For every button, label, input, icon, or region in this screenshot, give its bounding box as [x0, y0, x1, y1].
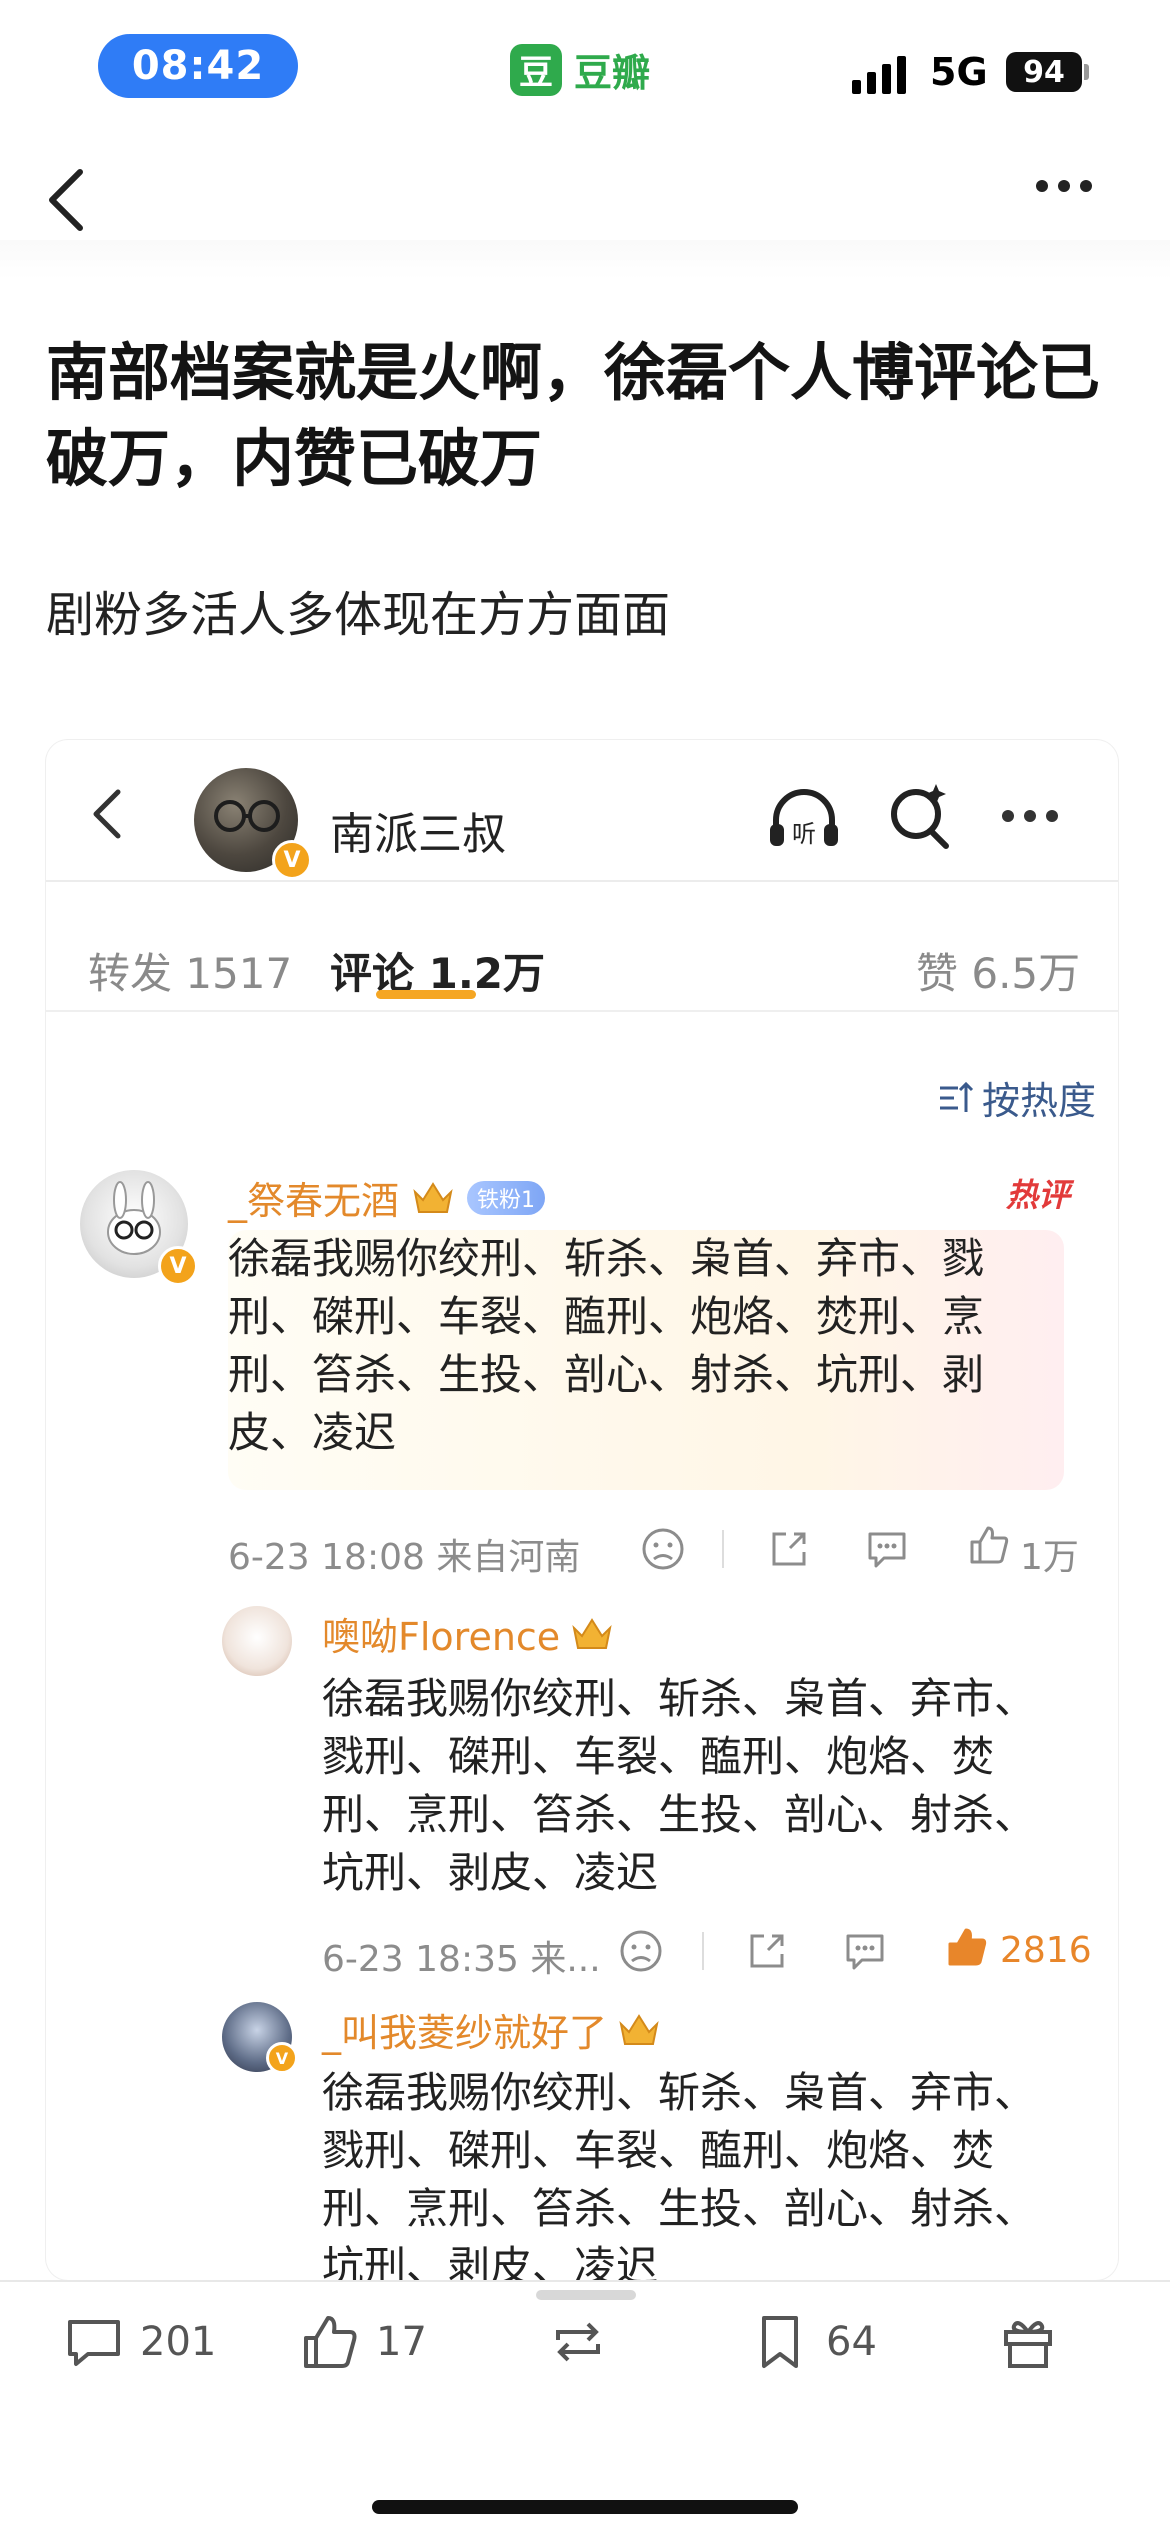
network-type: 5G	[930, 50, 988, 94]
like-button[interactable]: 17	[298, 2310, 427, 2374]
sort-icon	[940, 1081, 974, 1112]
post-body: 剧粉多活人多体现在方方面面	[46, 587, 671, 643]
douban-logo-icon: 豆	[510, 43, 562, 96]
comment-meta: 6-23 18:08 来自河南	[228, 1537, 581, 1578]
comment-line: 刑、烹刑、笞杀、生投、剖心、射杀、	[322, 1790, 1037, 1839]
divider	[722, 1530, 724, 1568]
verified-icon: V	[272, 840, 312, 880]
like-count: 17	[376, 2319, 427, 2365]
comment-icon	[868, 1532, 906, 1568]
status-time: 08:42	[98, 34, 298, 98]
signal-icon	[852, 56, 906, 94]
comment-line: 坑刑、剥皮、凌迟	[322, 1848, 659, 1897]
drag-handle	[536, 2290, 636, 2300]
account-name: 南派三叔	[330, 809, 506, 860]
save-button[interactable]: 64	[748, 2310, 877, 2374]
repost-button[interactable]	[546, 2310, 610, 2374]
comment-button[interactable]: 201	[62, 2310, 216, 2374]
share-icon	[750, 1934, 784, 1968]
comment-line: 皮、凌迟	[228, 1408, 397, 1457]
embedded-tabs: 转发 1517 评论 1.2万 赞 6.5万	[46, 880, 1118, 1012]
commenter-name: _祭春无酒	[228, 1179, 400, 1223]
more-icon	[1002, 810, 1058, 822]
comment-meta: 6-23 18:35 来...	[322, 1939, 601, 1980]
dislike-face-icon	[642, 1528, 684, 1570]
listen-label: 听	[792, 820, 816, 848]
comment-line: 刑、磔刑、车裂、醢刑、炮烙、焚刑、烹	[228, 1292, 985, 1341]
home-indicator[interactable]	[372, 2500, 798, 2514]
battery-tip	[1084, 64, 1089, 80]
active-tab-indicator	[376, 990, 476, 999]
bookmark-icon	[762, 2316, 798, 2368]
sort-label: 按热度	[982, 1079, 1097, 1123]
like-count: 2816	[1000, 1930, 1092, 1971]
like-count: 1万	[1020, 1537, 1079, 1578]
divider	[702, 1932, 704, 1970]
more-icon[interactable]	[1036, 180, 1092, 192]
comment-line: 戮刑、磔刑、车裂、醢刑、炮烙、焚	[322, 1732, 995, 1781]
like-icon	[970, 1526, 1009, 1564]
crown-icon	[572, 1617, 612, 1649]
embedded-screenshot[interactable]: V 南派三叔 听 转发 1517 评论 1.2万 赞 6.5万 按热度 V _祭…	[46, 740, 1118, 2280]
crown-icon	[619, 2013, 659, 2045]
comment-line: 徐磊我赐你绞刑、斩杀、枭首、弃市、	[322, 1674, 1037, 1723]
comment-icon	[68, 2320, 120, 2366]
avatar	[222, 1606, 292, 1676]
back-icon	[93, 789, 121, 839]
header-divider	[0, 240, 1170, 280]
comment-author: _祭春无酒 铁粉1	[228, 1170, 546, 1225]
comment-line: 刑、笞杀、生投、剖心、射杀、坑刑、剥	[228, 1350, 985, 1399]
comment-text: 徐磊我赐你绞刑、斩杀、枭首、弃市、 戮刑、磔刑、车裂、醢刑、炮烙、焚 刑、烹刑、…	[322, 1670, 1102, 1902]
gift-button[interactable]	[996, 2310, 1060, 2374]
sort-button: 按热度	[936, 1070, 1096, 1125]
comment-line: 坑刑、剥皮、凌迟	[322, 2242, 659, 2280]
dislike-face-icon	[620, 1930, 662, 1972]
comment-author: _叫我菱纱就好了	[322, 2002, 661, 2057]
back-icon[interactable]	[42, 160, 102, 240]
like-icon	[304, 2316, 357, 2368]
comment-author: 噢呦Florence	[322, 1606, 614, 1661]
app-name: 豆瓣	[574, 51, 651, 95]
comment-count: 201	[140, 2319, 217, 2365]
repost-icon	[556, 2322, 600, 2362]
comment-line: 戮刑、磔刑、车裂、醢刑、炮烙、焚	[322, 2126, 995, 2175]
verified-icon: V	[158, 1246, 198, 1286]
app-indicator: 豆 豆瓣	[510, 42, 650, 97]
post-title: 南部档案就是火啊，徐磊个人博评论已破万，内赞已破万	[46, 336, 1101, 495]
verified-icon: V	[266, 2042, 298, 2074]
share-icon	[772, 1532, 806, 1566]
tab-reposts: 转发 1517	[88, 949, 293, 998]
liked-icon	[948, 1928, 987, 1966]
comment-text: 徐磊我赐你绞刑、斩杀、枭首、弃市、戮 刑、磔刑、车裂、醢刑、炮烙、焚刑、烹 刑、…	[228, 1230, 1068, 1462]
comment-line: 徐磊我赐你绞刑、斩杀、枭首、弃市、	[322, 2068, 1037, 2117]
save-count: 64	[826, 2319, 877, 2365]
comment-icon	[846, 1934, 884, 1970]
comment-text: 徐磊我赐你绞刑、斩杀、枭首、弃市、 戮刑、磔刑、车裂、醢刑、炮烙、焚 刑、烹刑、…	[322, 2064, 1102, 2280]
tab-likes: 赞 6.5万	[916, 949, 1081, 998]
hot-comment-tag: 热评	[1006, 1176, 1071, 1214]
gift-icon	[1004, 2321, 1052, 2368]
headphones-icon: 听	[770, 789, 838, 848]
comment-line: 徐磊我赐你绞刑、斩杀、枭首、弃市、戮	[228, 1234, 985, 1283]
crown-icon	[413, 1181, 453, 1213]
embedded-header: V 南派三叔 听	[46, 740, 1118, 882]
comment-line: 刑、烹刑、笞杀、生投、剖心、射杀、	[322, 2184, 1037, 2233]
fan-badge: 铁粉1	[467, 1180, 546, 1215]
battery-icon: 94	[1006, 52, 1082, 92]
commenter-name: _叫我菱纱就好了	[322, 2011, 608, 2055]
commenter-name: 噢呦Florence	[322, 1615, 561, 1659]
search-icon	[891, 784, 949, 849]
